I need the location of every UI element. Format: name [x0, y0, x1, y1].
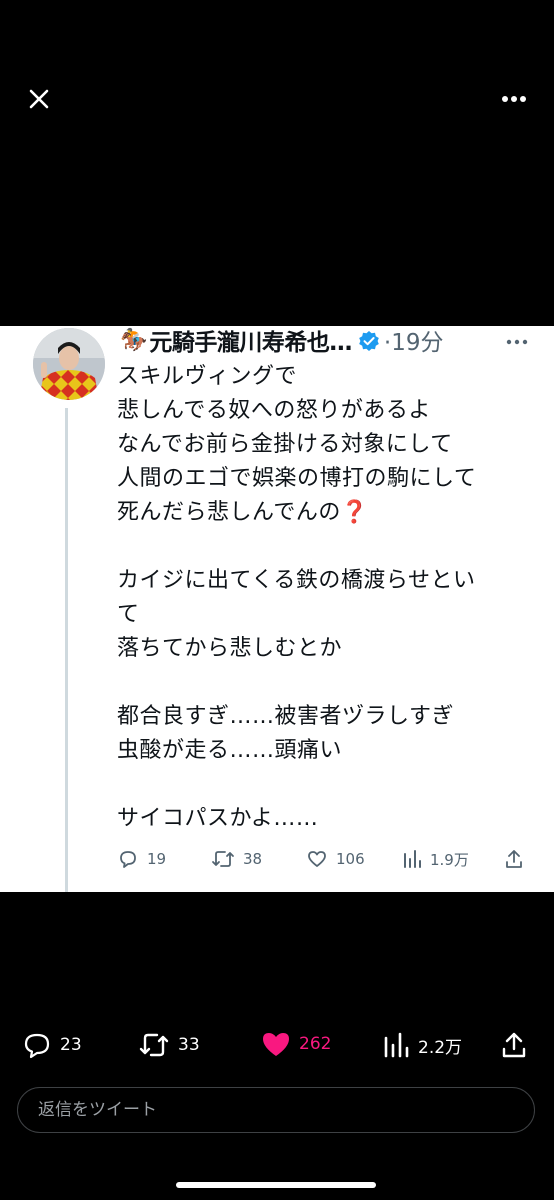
- close-icon: [29, 89, 49, 109]
- tweet-more-icon: [506, 330, 528, 349]
- share-icon: [502, 1032, 526, 1058]
- tweet-text: スキルヴィングで 悲しんでる奴への怒りがあるよ なんでお前ら金掛ける対象にして …: [117, 364, 477, 831]
- tweet-header: 🏇 元騎手瀧川寿希也… ·19分: [120, 326, 444, 357]
- reply-icon: [24, 1033, 50, 1059]
- reply-icon: [120, 851, 136, 868]
- view-count: 2.2万: [418, 1037, 463, 1058]
- views-bar-chart-icon: [404, 850, 421, 868]
- reply-count: 19: [147, 850, 167, 868]
- tweet-reply-count: 19: [117, 848, 166, 870]
- tweet-view-count: 1.9万: [402, 848, 469, 870]
- retweet-button[interactable]: 33: [138, 1030, 200, 1060]
- retweet-icon: [139, 1033, 169, 1057]
- reply-input[interactable]: [36, 1099, 510, 1121]
- views-button[interactable]: 2.2万: [382, 1030, 462, 1060]
- like-button[interactable]: 262: [261, 1030, 331, 1058]
- home-indicator[interactable]: [176, 1182, 376, 1188]
- heart-outline-icon: [308, 851, 326, 867]
- reply-button[interactable]: 23: [22, 1030, 82, 1060]
- heart-filled-icon: [263, 1033, 289, 1056]
- verified-badge-icon: [359, 331, 379, 351]
- retweet-count: 38: [243, 850, 263, 868]
- avatar: [33, 328, 105, 400]
- share-icon: [506, 850, 522, 868]
- view-count: 1.9万: [430, 850, 469, 869]
- author-name: 元騎手瀧川寿希也…: [149, 330, 352, 356]
- more-horizontal-icon: [502, 96, 526, 102]
- tweet-time: ·19分: [383, 330, 444, 356]
- retweet-icon: [212, 851, 234, 867]
- like-count: 262: [299, 1034, 332, 1054]
- reply-input-container[interactable]: [17, 1087, 535, 1133]
- tweet-retweet-count: 38: [211, 848, 262, 870]
- like-count: 106: [336, 850, 365, 868]
- thread-line: [65, 408, 68, 892]
- share-button[interactable]: [500, 1030, 536, 1060]
- post-action-bar: 23 33 262 2.2万: [0, 1030, 554, 1064]
- views-bar-chart-icon: [384, 1032, 409, 1058]
- tweet-like-count: 106: [306, 848, 365, 870]
- tweet-action-bar: 19 38 106 1.9万: [117, 848, 537, 874]
- tweet-share: [503, 848, 533, 870]
- close-button[interactable]: [22, 82, 56, 116]
- horse-racing-emoji: 🏇: [120, 327, 148, 353]
- retweet-count: 33: [178, 1035, 200, 1055]
- more-options-button[interactable]: [497, 82, 531, 116]
- reply-count: 23: [60, 1035, 82, 1055]
- tweet-screenshot-image[interactable]: 🏇 元騎手瀧川寿希也… ·19分 スキルヴィングで 悲しんでる奴への怒りがあるよ…: [0, 326, 554, 892]
